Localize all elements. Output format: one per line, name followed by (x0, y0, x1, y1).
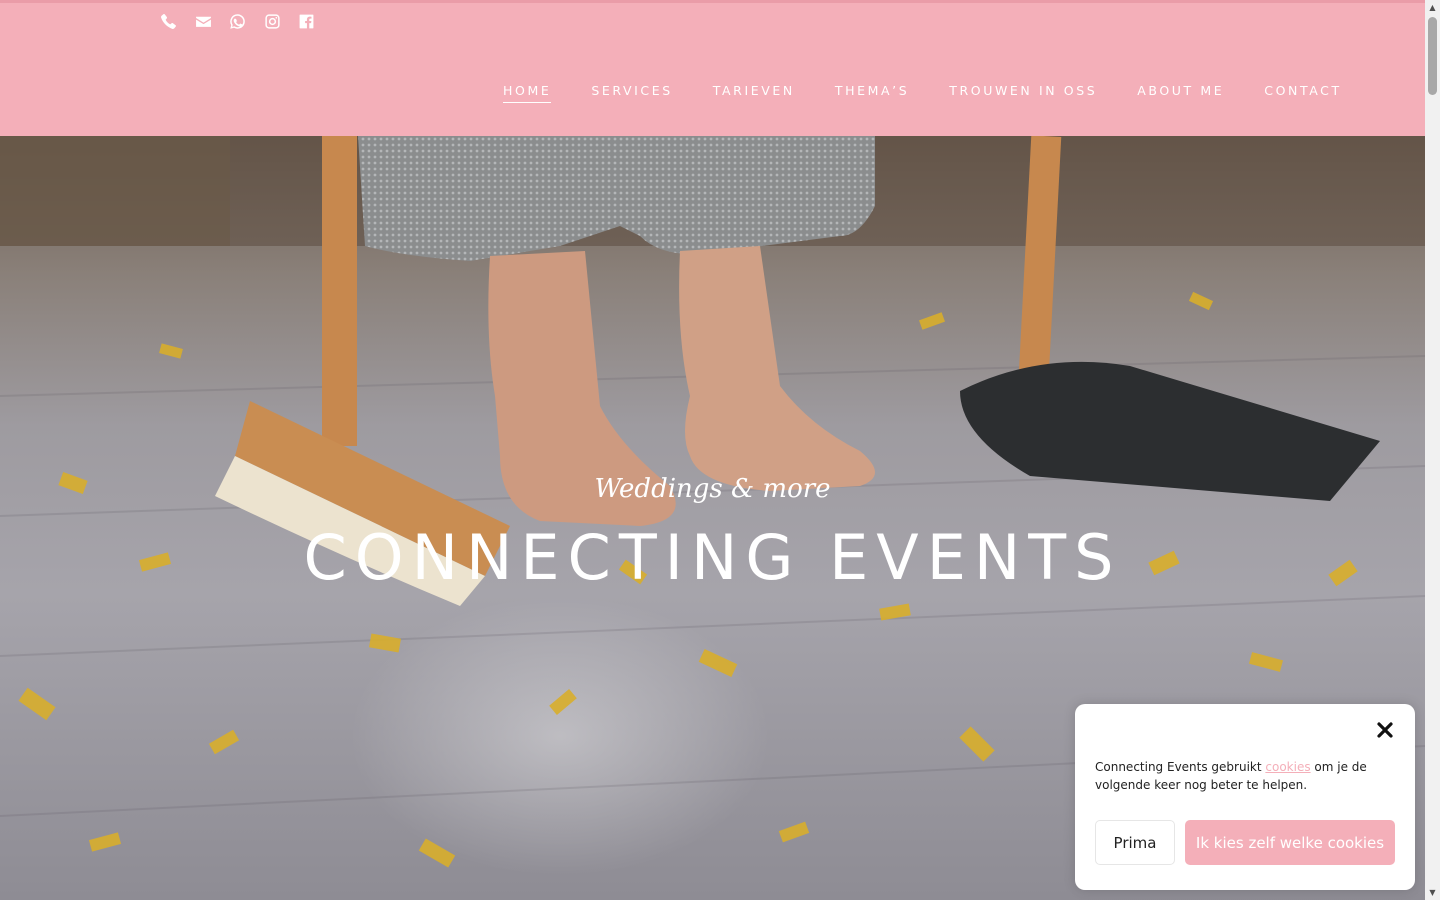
cookies-link[interactable]: cookies (1265, 760, 1310, 774)
instagram-icon[interactable] (264, 13, 299, 33)
envelope-icon[interactable] (195, 13, 230, 33)
nav-contact[interactable]: CONTACT (1264, 83, 1341, 103)
scroll-thumb[interactable] (1428, 17, 1437, 95)
nav-about-me[interactable]: ABOUT ME (1137, 83, 1224, 103)
nav-home[interactable]: HOME (503, 83, 552, 103)
facebook-icon[interactable] (298, 13, 333, 33)
nav-trouwen-in-oss[interactable]: TROUWEN IN OSS (949, 83, 1097, 103)
cookie-banner: Connecting Events gebruikt cookies om je… (1075, 704, 1415, 890)
cookie-message: Connecting Events gebruikt cookies om je… (1095, 758, 1395, 794)
social-icons (160, 13, 333, 33)
hero-title: CONNECTING EVENTS (303, 521, 1122, 594)
cookie-text-before: Connecting Events gebruikt (1095, 760, 1266, 774)
site-header: HOME SERVICES TARIEVEN THEMA’S TROUWEN I… (0, 0, 1425, 136)
close-icon[interactable] (1375, 720, 1395, 740)
hero-tagline: Weddings & more (594, 474, 831, 504)
phone-icon[interactable] (160, 13, 195, 33)
scroll-up-arrow-icon[interactable]: ▲ (1425, 0, 1440, 15)
accept-cookies-button[interactable]: Prima (1095, 820, 1175, 865)
choose-cookies-button[interactable]: Ik kies zelf welke cookies (1185, 820, 1395, 865)
nav-services[interactable]: SERVICES (591, 83, 672, 103)
scroll-down-arrow-icon[interactable]: ▼ (1425, 885, 1440, 900)
main-navigation: HOME SERVICES TARIEVEN THEMA’S TROUWEN I… (503, 83, 1342, 103)
nav-tarieven[interactable]: TARIEVEN (713, 83, 795, 103)
nav-themas[interactable]: THEMA’S (835, 83, 909, 103)
page-scrollbar[interactable]: ▲ ▼ (1425, 0, 1440, 900)
whatsapp-icon[interactable] (229, 13, 264, 33)
header-top-line (0, 0, 1425, 3)
